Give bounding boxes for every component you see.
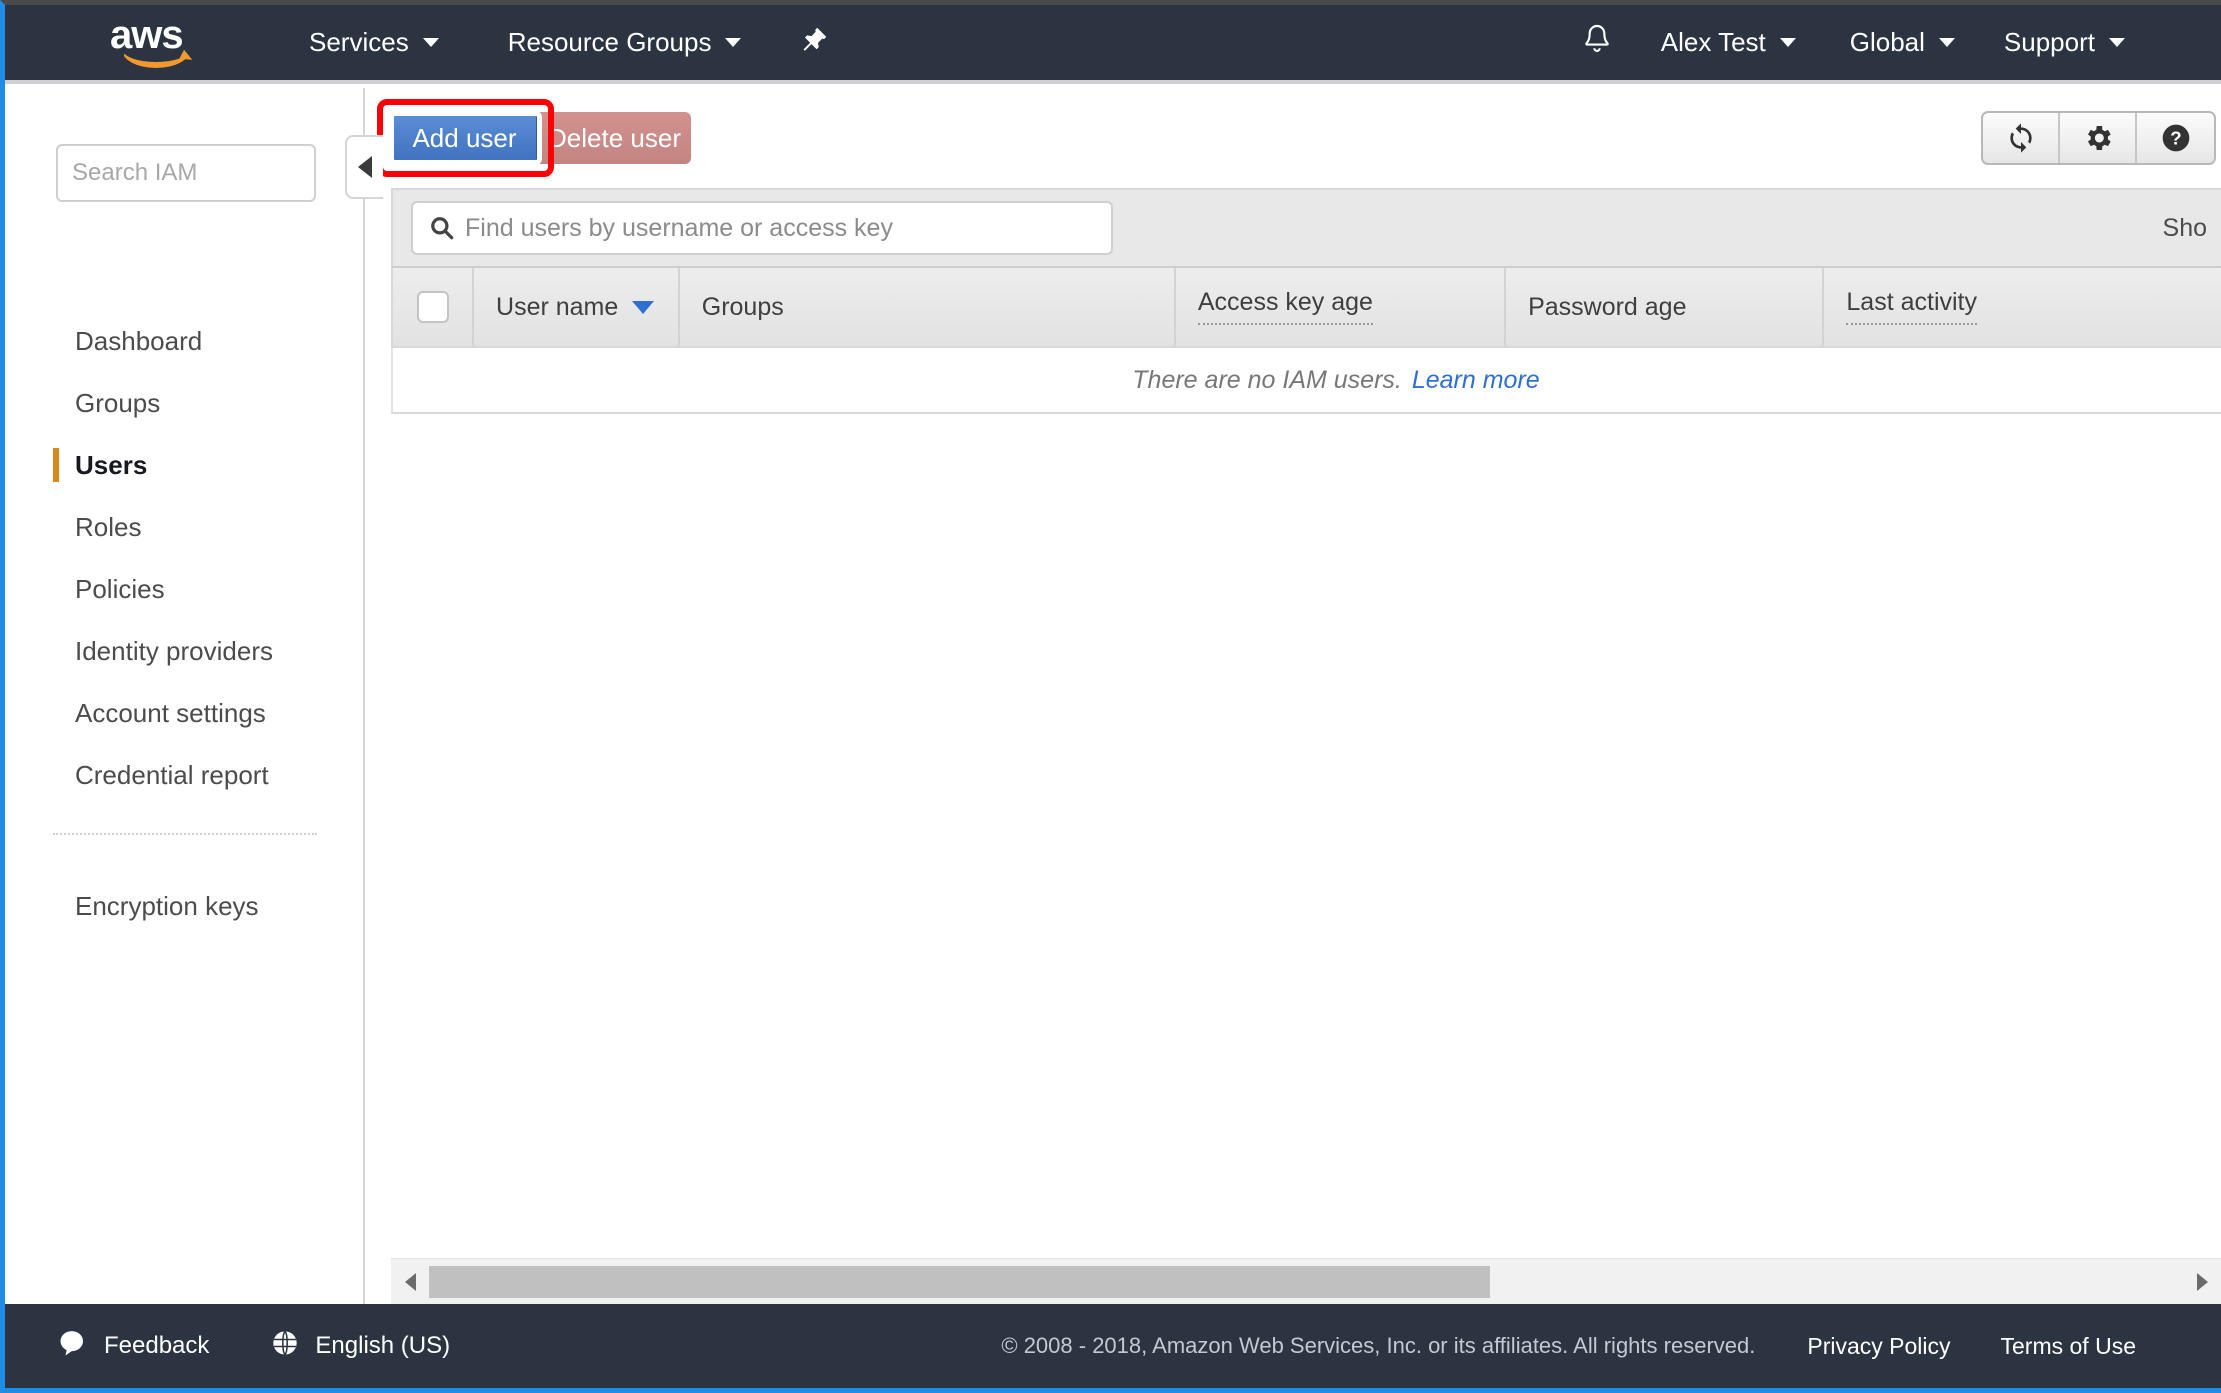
language-selector[interactable]: English (US) bbox=[271, 1329, 450, 1364]
sidebar-item-label: Credential report bbox=[75, 759, 269, 790]
nav-account-label: Alex Test bbox=[1660, 27, 1766, 57]
column-header-label: Access key age bbox=[1197, 289, 1373, 325]
speech-bubble-icon bbox=[58, 1329, 88, 1364]
nav-resource-groups-label: Resource Groups bbox=[507, 27, 712, 57]
column-header-last-activity[interactable]: Last activity bbox=[1824, 268, 2221, 346]
sidebar-nav-list: Dashboard Groups Users Roles Policies Id… bbox=[5, 310, 365, 937]
sidebar: Dashboard Groups Users Roles Policies Id… bbox=[5, 88, 365, 1314]
top-navigation-bar: aws Services Resource Groups Alex Test G… bbox=[5, 5, 2221, 84]
column-header-groups[interactable]: Groups bbox=[680, 268, 1176, 346]
sidebar-item-label: Users bbox=[75, 449, 148, 480]
column-header-password-age[interactable]: Password age bbox=[1506, 268, 1825, 346]
page-footer: Feedback English (US) © 2008 - 2018, Ama… bbox=[5, 1304, 2221, 1388]
chevron-down-icon bbox=[725, 38, 742, 47]
action-bar: Add user Delete user ? bbox=[367, 88, 2221, 188]
sidebar-item-credential-report[interactable]: Credential report bbox=[5, 744, 365, 806]
users-table-panel: Sho User name Groups Access key age Pass… bbox=[391, 188, 2221, 414]
main-content: Add user Delete user ? Find users by use… bbox=[367, 88, 2221, 1304]
nav-resource-groups[interactable]: Resource Groups bbox=[508, 27, 742, 58]
column-header-label: Last activity bbox=[1846, 289, 1977, 325]
scroll-right-arrow-icon[interactable] bbox=[2183, 1272, 2221, 1291]
column-header-access-key-age[interactable]: Access key age bbox=[1176, 268, 1507, 346]
chevron-down-icon bbox=[2109, 38, 2125, 47]
nav-account-menu[interactable]: Alex Test bbox=[1661, 27, 1796, 58]
nav-support-menu[interactable]: Support bbox=[2004, 27, 2125, 58]
privacy-policy-link[interactable]: Privacy Policy bbox=[1807, 1333, 1950, 1360]
aws-logo[interactable]: aws bbox=[110, 12, 202, 68]
search-iam-input[interactable] bbox=[56, 144, 316, 202]
nav-support-label: Support bbox=[2003, 27, 2095, 57]
terms-of-use-link[interactable]: Terms of Use bbox=[2001, 1333, 2136, 1360]
copyright-text: © 2008 - 2018, Amazon Web Services, Inc.… bbox=[1001, 1333, 1756, 1358]
top-nav-right-group: Alex Test Global Support bbox=[1581, 22, 2221, 63]
browser-viewport: aws Services Resource Groups Alex Test G… bbox=[0, 0, 2221, 1393]
help-question-icon[interactable]: ? bbox=[2137, 113, 2214, 163]
chevron-down-icon bbox=[1779, 38, 1796, 47]
chevron-down-icon bbox=[422, 38, 439, 47]
bell-notification-icon[interactable] bbox=[1581, 22, 1613, 63]
feedback-button[interactable]: Feedback bbox=[58, 1329, 209, 1364]
select-all-column bbox=[393, 268, 475, 346]
scrollbar-track[interactable] bbox=[429, 1265, 2183, 1298]
sidebar-item-label: Identity providers bbox=[75, 635, 273, 666]
language-label: English (US) bbox=[315, 1332, 451, 1359]
feedback-label: Feedback bbox=[104, 1332, 210, 1359]
aws-logo-smile bbox=[122, 50, 190, 68]
sidebar-collapse-toggle[interactable] bbox=[345, 135, 383, 199]
sidebar-item-roles[interactable]: Roles bbox=[5, 496, 365, 558]
chevron-left-icon bbox=[358, 156, 372, 178]
nav-region-menu[interactable]: Global bbox=[1850, 27, 1955, 58]
sidebar-item-users[interactable]: Users bbox=[5, 434, 365, 496]
sidebar-item-label: Roles bbox=[75, 511, 142, 542]
delete-user-button[interactable]: Delete user bbox=[538, 112, 691, 164]
column-header-user-name[interactable]: User name bbox=[474, 268, 680, 346]
horizontal-scrollbar[interactable] bbox=[391, 1258, 2221, 1304]
chevron-down-icon bbox=[1938, 38, 1955, 47]
add-user-button[interactable]: Add user bbox=[391, 112, 538, 164]
sidebar-item-label: Account settings bbox=[75, 697, 266, 728]
refresh-icon[interactable] bbox=[1983, 113, 2060, 163]
triangle-right-icon bbox=[2196, 1272, 2208, 1291]
sidebar-item-label: Groups bbox=[75, 387, 161, 418]
column-header-label: User name bbox=[496, 292, 619, 321]
sidebar-item-label: Dashboard bbox=[75, 325, 203, 356]
aws-logo-text: aws bbox=[110, 12, 184, 57]
sidebar-item-policies[interactable]: Policies bbox=[5, 558, 365, 620]
learn-more-link[interactable]: Learn more bbox=[1412, 366, 1540, 395]
users-search-row: Sho bbox=[391, 188, 2221, 266]
scroll-left-arrow-icon[interactable] bbox=[391, 1272, 429, 1291]
empty-state-message: There are no IAM users. bbox=[1132, 365, 1402, 394]
sidebar-item-identity-providers[interactable]: Identity providers bbox=[5, 620, 365, 682]
svg-text:?: ? bbox=[2170, 128, 2181, 149]
triangle-left-icon bbox=[404, 1272, 416, 1291]
sidebar-item-groups[interactable]: Groups bbox=[5, 372, 365, 434]
empty-state-row: There are no IAM users. Learn more bbox=[391, 348, 2221, 414]
gear-icon[interactable] bbox=[2060, 113, 2137, 163]
scrollbar-thumb[interactable] bbox=[429, 1265, 1491, 1298]
column-header-label: Password age bbox=[1528, 292, 1687, 321]
search-icon bbox=[429, 215, 455, 241]
select-all-checkbox[interactable] bbox=[416, 291, 449, 323]
sort-descending-icon bbox=[632, 300, 655, 314]
find-users-input[interactable] bbox=[465, 213, 1085, 243]
pin-icon[interactable] bbox=[799, 25, 829, 60]
sidebar-item-label: Encryption keys bbox=[75, 890, 259, 921]
users-table-header-row: User name Groups Access key age Password… bbox=[391, 266, 2221, 348]
sidebar-item-account-settings[interactable]: Account settings bbox=[5, 682, 365, 744]
footer-right-group: © 2008 - 2018, Amazon Web Services, Inc.… bbox=[1001, 1333, 2221, 1360]
globe-icon bbox=[271, 1329, 299, 1364]
showing-results-label: Sho bbox=[2162, 213, 2207, 242]
find-users-search-box[interactable] bbox=[411, 201, 1113, 255]
nav-services[interactable]: Services bbox=[309, 27, 439, 58]
sidebar-item-dashboard[interactable]: Dashboard bbox=[5, 310, 365, 372]
column-header-label: Groups bbox=[701, 292, 784, 321]
sidebar-item-encryption-keys[interactable]: Encryption keys bbox=[5, 875, 365, 937]
nav-region-label: Global bbox=[1849, 27, 1925, 57]
table-action-icon-group: ? bbox=[1981, 111, 2216, 165]
nav-services-label: Services bbox=[309, 27, 409, 57]
sidebar-item-label: Policies bbox=[75, 573, 165, 604]
